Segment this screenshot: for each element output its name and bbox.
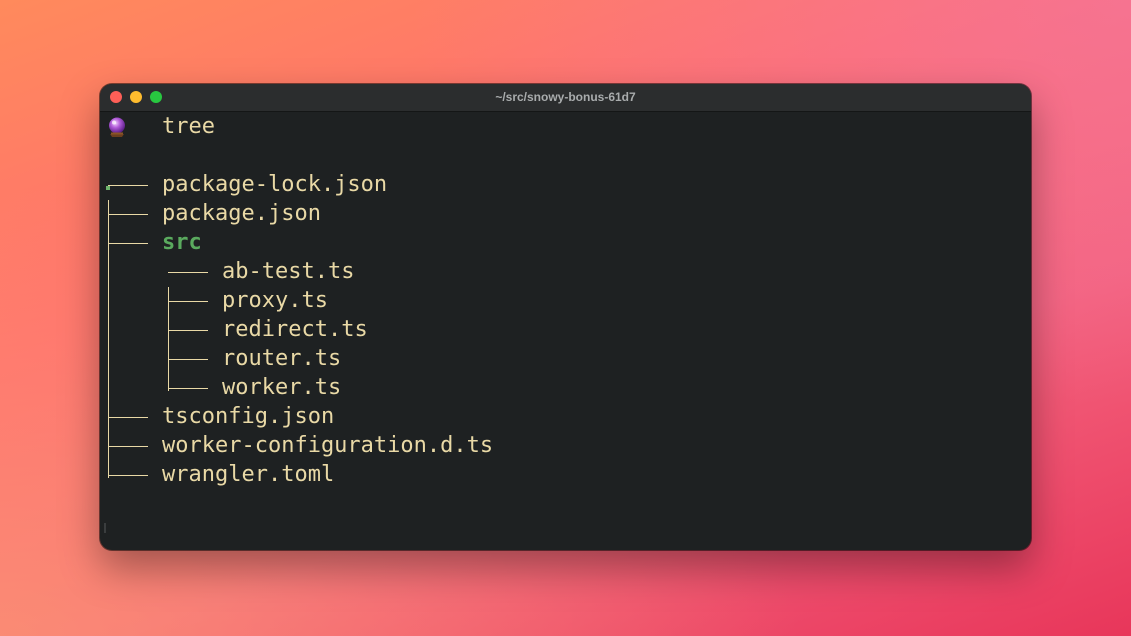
title-bar[interactable]: ~/src/snowy-bonus-61d7	[100, 84, 1031, 112]
window-title: ~/src/snowy-bonus-61d7	[495, 90, 636, 104]
tree-branch-line	[108, 185, 148, 186]
tree-item-file: ab-test.ts	[222, 259, 355, 284]
tree-item-file: worker-configuration.d.ts	[162, 433, 494, 458]
tree-subtrunk	[168, 287, 169, 391]
tree-root	[106, 186, 110, 190]
tree-item-file: tsconfig.json	[162, 404, 335, 429]
tree-branch-line	[108, 475, 148, 476]
tree-branch-line	[168, 359, 208, 360]
tree-item-directory: src	[162, 230, 202, 255]
cursor	[104, 523, 106, 533]
tree-item-file: package-lock.json	[162, 172, 388, 197]
tree-item-file: wrangler.toml	[162, 462, 335, 487]
tree-branch-line	[108, 243, 148, 244]
tree-branch-line	[108, 446, 148, 447]
tree-item-file: router.ts	[222, 346, 342, 371]
crystal-ball-icon	[109, 117, 125, 137]
terminal-window[interactable]: ~/src/snowy-bonus-61d7 tree package-lock…	[100, 84, 1031, 550]
tree-branch-line	[108, 214, 148, 215]
tree-branch-line	[168, 272, 208, 273]
tree-trunk	[108, 200, 109, 478]
tree-item-file: package.json	[162, 201, 321, 226]
prompt-command: tree	[162, 114, 215, 139]
tree-branch-line	[108, 417, 148, 418]
tree-item-file: redirect.ts	[222, 317, 368, 342]
tree-item-file: worker.ts	[222, 375, 342, 400]
tree-item-file: proxy.ts	[222, 288, 328, 313]
tree-branch-line	[168, 330, 208, 331]
tree-branch-line	[168, 301, 208, 302]
tree-branch-line	[168, 388, 208, 389]
